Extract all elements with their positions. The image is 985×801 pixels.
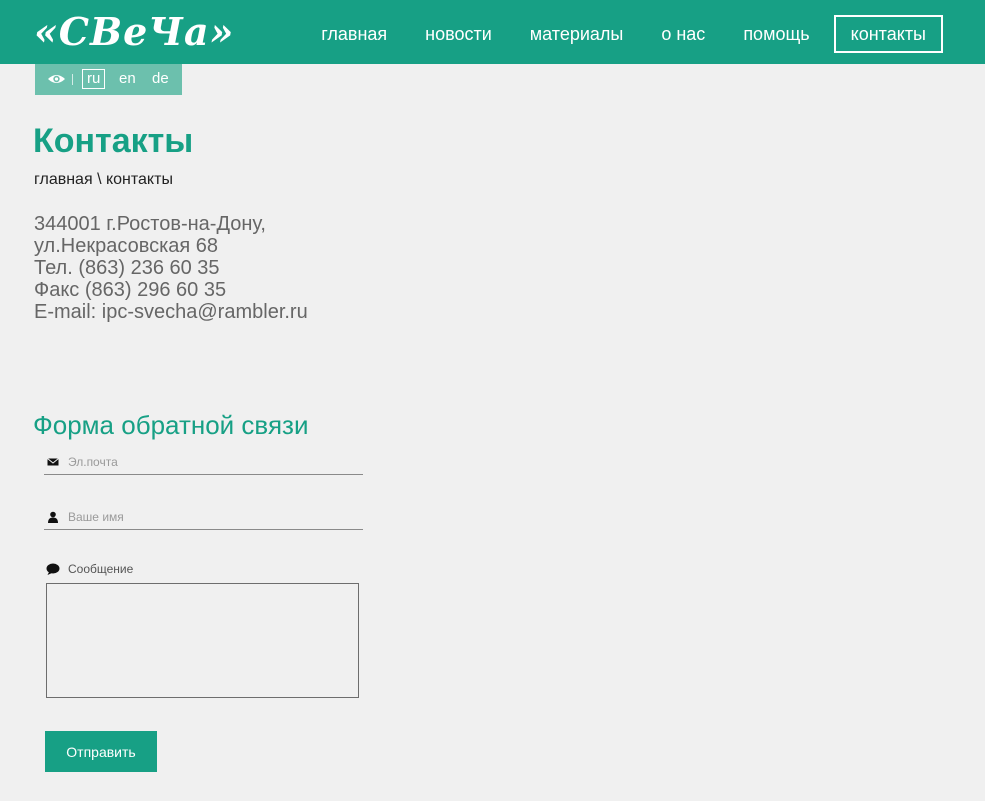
fax-number: Факс (863) 296 60 35 bbox=[34, 279, 227, 301]
nav-item-materials[interactable]: материалы bbox=[530, 16, 624, 52]
message-label: Сообщение bbox=[68, 562, 134, 576]
name-input[interactable] bbox=[68, 505, 358, 529]
address-line-1: 344001 г.Ростов-на-Дону, bbox=[34, 213, 266, 235]
breadcrumb-home[interactable]: главная bbox=[34, 171, 93, 188]
message-textarea[interactable] bbox=[46, 583, 359, 698]
nav-item-help[interactable]: помощь bbox=[743, 16, 809, 52]
site-logo[interactable]: «СВеЧа» bbox=[34, 6, 234, 56]
lang-de[interactable]: de bbox=[152, 69, 169, 89]
nav-item-contacts[interactable]: контакты bbox=[833, 15, 943, 53]
lang-en[interactable]: en bbox=[119, 69, 136, 89]
site-header: «СВеЧа» главная новости материалы о нас … bbox=[0, 0, 985, 64]
envelope-icon bbox=[47, 458, 59, 466]
address-line-2: ул.Некрасовская 68 bbox=[34, 235, 219, 257]
contact-address: 344001 г.Ростов-на-Дону, ул.Некрасовская… bbox=[34, 213, 308, 323]
message-label-row: Сообщение bbox=[46, 561, 133, 577]
language-bar: ru en de bbox=[35, 64, 182, 95]
nav-item-about[interactable]: о нас bbox=[661, 16, 705, 52]
speech-bubble-icon bbox=[46, 563, 60, 575]
nav-item-home[interactable]: главная bbox=[321, 16, 387, 52]
feedback-form-title: Форма обратной связи bbox=[33, 410, 309, 440]
breadcrumb-current: контакты bbox=[105, 171, 173, 188]
phone-number: Тел. (863) 236 60 35 bbox=[34, 257, 220, 279]
email-field bbox=[44, 450, 363, 475]
lang-ru[interactable]: ru bbox=[82, 69, 106, 89]
main-nav: главная новости материалы о нас помощь к… bbox=[283, 15, 943, 53]
email-address[interactable]: E-mail: ipc-svecha@rambler.ru bbox=[34, 301, 308, 323]
breadcrumb-separator: \ bbox=[92, 171, 106, 188]
page-title: Контакты bbox=[33, 122, 194, 160]
user-icon bbox=[48, 511, 58, 523]
breadcrumb: главная \ контакты bbox=[34, 170, 173, 190]
language-separator bbox=[72, 74, 73, 85]
email-input[interactable] bbox=[68, 450, 358, 474]
nav-item-news[interactable]: новости bbox=[425, 16, 492, 52]
submit-button[interactable]: Отправить bbox=[45, 731, 157, 772]
eye-icon[interactable] bbox=[47, 72, 66, 86]
name-field bbox=[44, 505, 363, 530]
